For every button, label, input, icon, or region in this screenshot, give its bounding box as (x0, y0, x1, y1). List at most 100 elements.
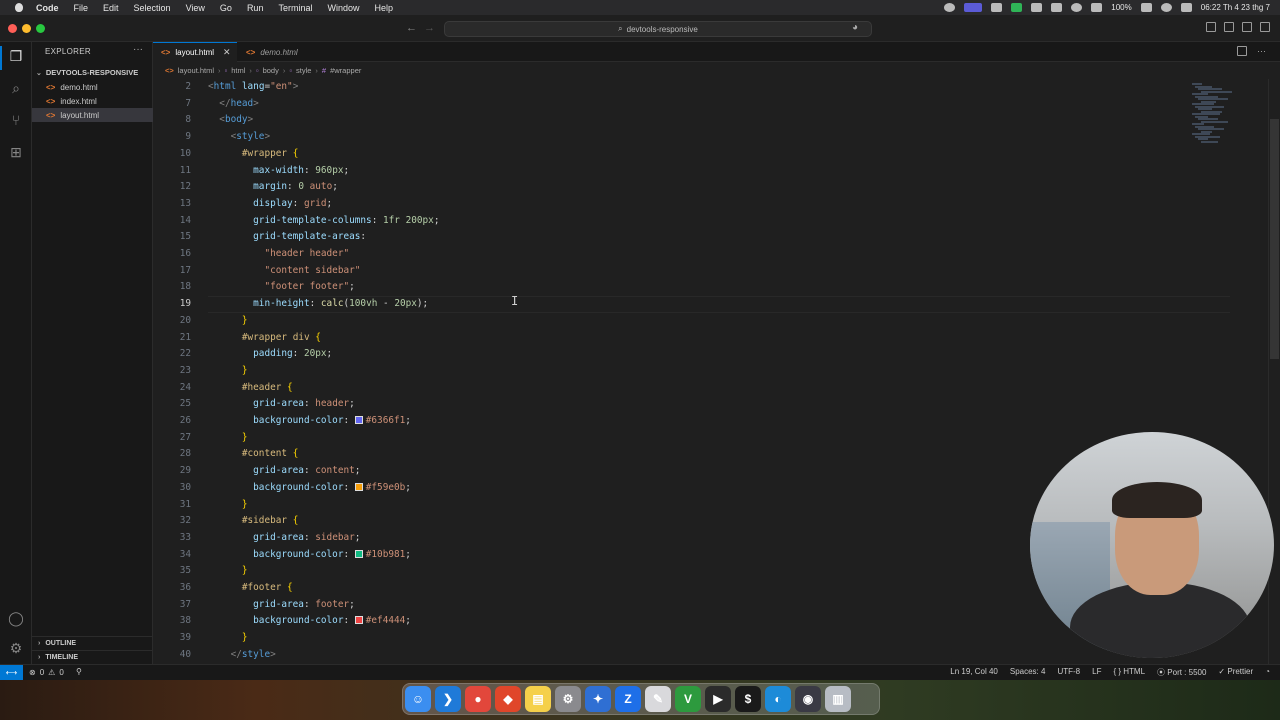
battery-icon[interactable] (1140, 3, 1152, 12)
code-line[interactable]: 25 grid-area: header; (153, 396, 1280, 413)
code-line[interactable]: 10 #wrapper { (153, 146, 1280, 163)
apple-menu-icon[interactable] (12, 2, 26, 14)
extensions-icon[interactable]: ⊞ (8, 144, 24, 160)
vscode-icon[interactable]: ❯ (435, 686, 461, 712)
display-icon[interactable] (1091, 3, 1103, 12)
screen-recording-icon[interactable] (964, 3, 983, 12)
prettier-status[interactable]: ✓ Prettier (1218, 667, 1253, 678)
code-line[interactable]: 17 "content sidebar" (153, 263, 1280, 280)
menu-terminal[interactable]: Terminal (278, 3, 312, 13)
cursor-position[interactable]: Ln 19, Col 40 (950, 667, 998, 678)
more-actions-icon[interactable]: ··· (133, 44, 143, 55)
end-of-line[interactable]: LF (1092, 667, 1101, 678)
terminal-icon[interactable]: ▶ (705, 686, 731, 712)
obs-icon[interactable]: ◉ (795, 686, 821, 712)
breadcrumb-style[interactable]: style (296, 66, 311, 75)
notes-icon[interactable]: ▤ (525, 686, 551, 712)
code-line[interactable]: 21 #wrapper div { (153, 330, 1280, 347)
color-swatch[interactable] (354, 616, 363, 625)
control-center-icon[interactable] (1180, 3, 1192, 12)
copilot-icon[interactable]: ◕ (852, 22, 858, 33)
source-control-icon[interactable]: ⑂ (8, 112, 24, 128)
menu-window[interactable]: Window (327, 3, 359, 13)
vim-icon[interactable]: V (675, 686, 701, 712)
timeline-section-header[interactable]: › TIMELINE (32, 650, 153, 664)
drive-icon[interactable] (991, 3, 1003, 12)
customize-layout-icon[interactable] (1260, 22, 1270, 32)
file-item-demo[interactable]: <> demo.html (32, 80, 153, 94)
file-item-layout[interactable]: <> layout.html (32, 108, 153, 122)
menu-app-name[interactable]: Code (36, 3, 59, 13)
breadcrumb-selector[interactable]: #wrapper (330, 66, 361, 75)
bell-icon[interactable]: ◔ (1265, 667, 1270, 678)
split-editor-icon[interactable] (1237, 46, 1247, 56)
tab-layout-html[interactable]: <> layout.html ✕ (153, 42, 237, 62)
window-minimize-button[interactable] (22, 24, 31, 33)
code-line[interactable]: 23 } (153, 363, 1280, 380)
finder-icon[interactable]: ☺ (405, 686, 431, 712)
folder-root[interactable]: ⌄ DEVTOOLS-RESPONSIVE (32, 66, 153, 79)
files-icon[interactable]: ❐ (8, 48, 24, 64)
code-line[interactable]: 22 padding: 20px; (153, 346, 1280, 363)
toggle-secondary-sidebar-icon[interactable] (1242, 22, 1252, 32)
toggle-primary-sidebar-icon[interactable] (1206, 22, 1216, 32)
code-line[interactable]: 15 grid-template-areas: (153, 229, 1280, 246)
code-line[interactable]: 16 "header header" (153, 246, 1280, 263)
remote-indicator-icon[interactable]: ⟷ (0, 665, 23, 681)
encoding[interactable]: UTF-8 (1057, 667, 1080, 678)
color-swatch[interactable] (354, 482, 363, 491)
breadcrumb-html[interactable]: html (231, 66, 245, 75)
color-swatch[interactable] (354, 416, 363, 424)
code-line[interactable]: 18 "footer footer"; (153, 279, 1280, 296)
account-icon[interactable]: ◯ (8, 610, 24, 626)
breadcrumb-file[interactable]: layout.html (178, 66, 214, 75)
language-mode[interactable]: { } HTML (1113, 667, 1145, 678)
vertical-scrollbar[interactable] (1268, 79, 1280, 664)
wifi-icon[interactable] (1160, 3, 1172, 12)
menu-selection[interactable]: Selection (134, 3, 171, 13)
menu-help[interactable]: Help (374, 3, 393, 13)
arrow-right-icon[interactable]: → (424, 22, 435, 34)
chrome-icon[interactable]: ● (465, 686, 491, 712)
code-line[interactable]: 8 <body> (153, 112, 1280, 129)
edge-icon[interactable]: ◐ (765, 686, 791, 712)
close-icon[interactable]: ✕ (223, 47, 231, 58)
color-swatch[interactable] (354, 549, 363, 558)
live-server-port[interactable]: ⦿ Port : 5500 (1157, 667, 1206, 678)
minimap[interactable] (1188, 83, 1238, 143)
window-close-button[interactable] (8, 24, 17, 33)
problems-indicator[interactable]: ⊗ 0 ⚠ 0 (29, 668, 64, 677)
menu-run[interactable]: Run (247, 3, 264, 13)
scrap-icon[interactable]: ◆ (495, 686, 521, 712)
bluetooth-icon[interactable] (1051, 3, 1063, 12)
file-item-index[interactable]: <> index.html (32, 94, 153, 108)
code-line[interactable]: 11 max-width: 960px; (153, 163, 1280, 180)
keyboard-icon[interactable] (1031, 3, 1043, 12)
code-line[interactable]: 2 <html lang="en"> (153, 79, 1280, 96)
menu-edit[interactable]: Edit (103, 3, 119, 13)
ports-icon[interactable]: ⚲ (76, 667, 82, 676)
xcode-icon[interactable]: ✦ (585, 686, 611, 712)
toggle-panel-icon[interactable] (1224, 22, 1234, 32)
more-actions-icon[interactable]: ··· (1257, 46, 1266, 56)
code-line[interactable]: 9 <style> (153, 129, 1280, 146)
menubar-clock[interactable]: 06:22 Th 4 23 thg 7 (1201, 3, 1270, 12)
menu-view[interactable]: View (186, 3, 205, 13)
tray-app-icon[interactable] (944, 3, 956, 12)
code-line[interactable]: 24 #header { (153, 380, 1280, 397)
zalo-icon[interactable]: Z (615, 686, 641, 712)
code-line[interactable]: 19 min-height: calc(100vh - 20px); (153, 296, 1280, 313)
window-zoom-button[interactable] (36, 24, 45, 33)
vim-tray-icon[interactable] (1011, 3, 1023, 12)
scrollbar-thumb[interactable] (1270, 119, 1279, 359)
code-line[interactable]: 13 display: grid; (153, 196, 1280, 213)
settings-icon[interactable]: ⚙ (555, 686, 581, 712)
gear-icon[interactable]: ⚙ (8, 640, 24, 656)
code-line[interactable]: 20 } (153, 313, 1280, 330)
breadcrumb-body[interactable]: body (263, 66, 279, 75)
indentation[interactable]: Spaces: 4 (1010, 667, 1046, 678)
code-line[interactable]: 7 </head> (153, 96, 1280, 113)
trash-icon[interactable]: ▥ (825, 686, 851, 712)
command-center-search[interactable]: ⌕ devtools-responsive (444, 21, 872, 37)
scripts-icon[interactable]: ✎ (645, 686, 671, 712)
